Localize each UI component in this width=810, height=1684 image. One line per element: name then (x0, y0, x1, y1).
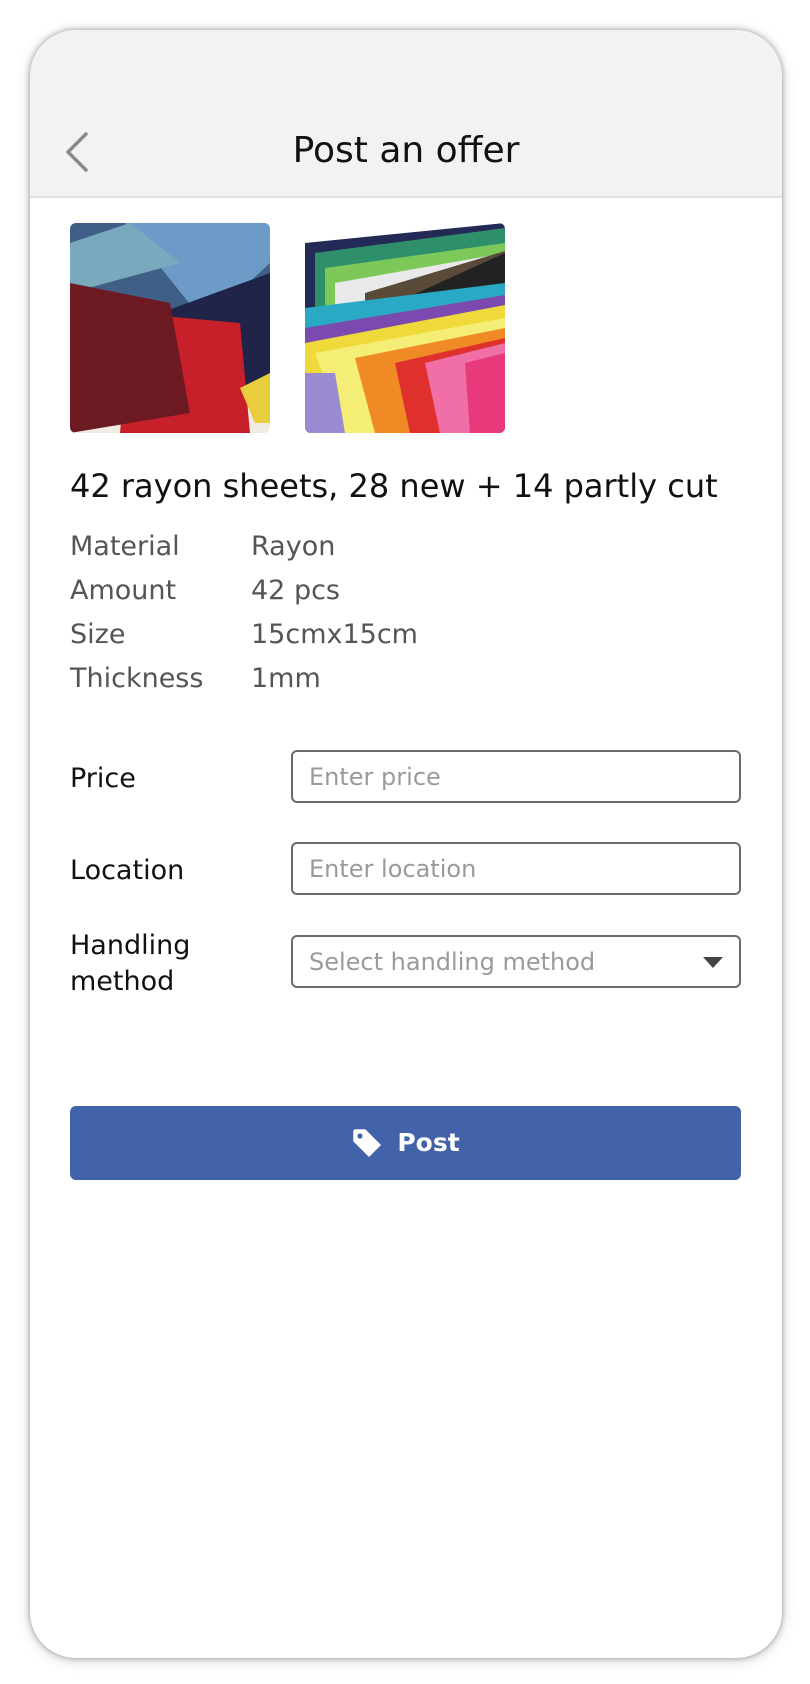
product-title: 42 rayon sheets, 28 new + 14 partly cut (70, 467, 718, 505)
location-label: Location (70, 855, 185, 886)
spec-value: Rayon (251, 531, 336, 562)
tag-icon (353, 1129, 382, 1157)
phone-frame: Post an offer 42 rayon sheets, 28 new + … (30, 30, 782, 1658)
spec-value: 42 pcs (251, 575, 340, 606)
page-title: Post an offer (292, 130, 520, 171)
post-button-label: Post (397, 1128, 460, 1157)
product-image-2[interactable] (305, 223, 505, 433)
spec-label: Amount (70, 575, 177, 606)
spec-label: Size (70, 619, 126, 650)
handling-method-select[interactable]: Select handling method (291, 935, 741, 988)
spec-label: Material (70, 531, 180, 562)
app-header: Post an offer (30, 30, 782, 198)
location-input[interactable] (291, 842, 741, 895)
handling-method-label: Handling method (70, 930, 191, 997)
spec-value: 15cmx15cm (251, 619, 418, 650)
product-image-1[interactable] (70, 223, 270, 433)
spec-label: Thickness (70, 663, 204, 694)
handling-method-placeholder: Select handling method (309, 948, 596, 976)
spec-value: 1mm (251, 663, 321, 694)
caret-down-icon (703, 957, 723, 968)
price-label: Price (70, 763, 136, 794)
post-button[interactable]: Post (70, 1106, 741, 1180)
price-input[interactable] (291, 750, 741, 803)
